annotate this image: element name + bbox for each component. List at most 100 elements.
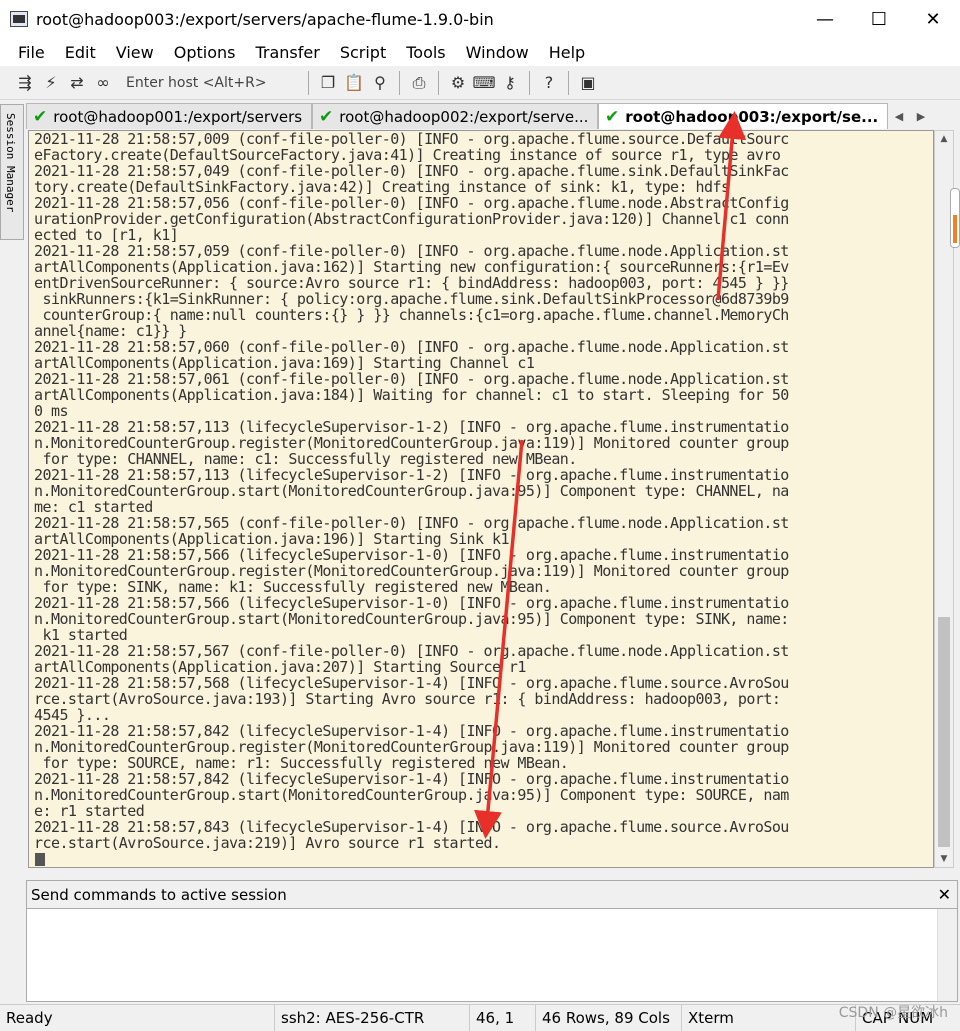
side-panel-handle[interactable] — [950, 188, 960, 248]
terminal-line: for type: SOURCE, name: r1: Successfully… — [34, 755, 569, 771]
link-icon[interactable]: ∞ — [90, 70, 116, 96]
toolbar-separator — [308, 70, 309, 95]
send-commands-input[interactable] — [27, 909, 937, 1001]
terminal-line: 2021-11-28 21:58:57,566 (lifecycleSuperv… — [34, 595, 789, 611]
tab-label: root@hadoop003:/export/se... — [625, 107, 879, 126]
terminal-line: artAllComponents(Application.java:207)] … — [34, 659, 526, 675]
find-icon[interactable]: ⚲ — [367, 70, 393, 96]
terminal-line: tory.create(DefaultSinkFactory.java:42)]… — [34, 179, 730, 195]
menu-bar: File Edit View Options Transfer Script T… — [0, 38, 960, 66]
tab-scroll-right-icon[interactable]: ▶ — [910, 102, 932, 130]
toolbar-separator — [568, 70, 569, 95]
terminal-line: 2021-11-28 21:58:57,113 (lifecycleSuperv… — [34, 467, 789, 483]
tab-hadoop002[interactable]: ✔ root@hadoop002:/export/serve... — [312, 103, 598, 129]
terminal-line: artAllComponents(Application.java:196)] … — [34, 531, 509, 547]
terminal-line: eFactory.create(DefaultSourceFactory.jav… — [34, 147, 781, 163]
terminal-line: n.MonitoredCounterGroup.start(MonitoredC… — [34, 611, 789, 627]
toolbar: ⇶ ⚡ ⇄ ∞ Enter host <Alt+R> ❐ 📋 ⚲ ⎙ ⚙ ⌨ ⚷… — [0, 66, 960, 100]
toolbar-separator — [399, 70, 400, 95]
menu-script[interactable]: Script — [330, 43, 396, 62]
tab-label: root@hadoop001:/export/servers — [53, 107, 303, 126]
scroll-up-icon[interactable]: ▲ — [935, 131, 953, 147]
help-icon[interactable]: ? — [536, 70, 562, 96]
send-panel-close-icon[interactable]: ✕ — [938, 885, 951, 904]
terminal-line: counterGroup:{ name:null counters:{} } }… — [34, 307, 789, 323]
reconnect-icon[interactable]: ⇄ — [64, 70, 90, 96]
maximize-button[interactable]: ☐ — [852, 0, 906, 38]
menu-window[interactable]: Window — [456, 43, 539, 62]
print-icon[interactable]: ⎙ — [406, 70, 432, 96]
terminal-line: n.MonitoredCounterGroup.register(Monitor… — [34, 739, 789, 755]
terminal-line: 2021-11-28 21:58:57,059 (conf-file-polle… — [34, 243, 789, 259]
lightning-icon[interactable]: ⚡ — [38, 70, 64, 96]
terminal-cursor — [35, 853, 45, 866]
terminal-line: n.MonitoredCounterGroup.register(Monitor… — [34, 563, 789, 579]
session-tabs: ✔ root@hadoop001:/export/servers ✔ root@… — [26, 102, 960, 130]
terminal-line: sinkRunners:{k1=SinkRunner: { policy:org… — [34, 291, 789, 307]
tab-hadoop003[interactable]: ✔ root@hadoop003:/export/se... ✕ — [598, 103, 888, 129]
watermark: CSDN @星欲冰h — [838, 1005, 948, 1021]
terminal-line: entDrivenSourceRunner: { source:Avro sou… — [34, 275, 789, 291]
toolbar-separator — [438, 70, 439, 95]
menu-view[interactable]: View — [106, 43, 164, 62]
terminal-line: 2021-11-28 21:58:57,049 (conf-file-polle… — [34, 163, 789, 179]
terminal-line: k1 started — [34, 627, 128, 643]
menu-options[interactable]: Options — [164, 43, 246, 62]
status-bar: Ready ssh2: AES-256-CTR 46, 1 46 Rows, 8… — [0, 1004, 960, 1031]
status-terminal-type: Xterm — [682, 1004, 856, 1031]
terminal-line: 2021-11-28 21:58:57,842 (lifecycleSuperv… — [34, 723, 789, 739]
sftp-icon[interactable]: ▣ — [575, 70, 601, 96]
status-ready: Ready — [0, 1004, 275, 1031]
session-manager-tab[interactable]: Session Manager — [0, 104, 24, 240]
title-bar: root@hadoop003:/export/servers/apache-fl… — [0, 0, 960, 38]
terminal-line: 2021-11-28 21:58:57,056 (conf-file-polle… — [34, 195, 789, 211]
terminal-line: 2021-11-28 21:58:57,842 (lifecycleSuperv… — [34, 771, 789, 787]
connect-icon[interactable]: ⇶ — [12, 70, 38, 96]
terminal-line: 2021-11-28 21:58:57,060 (conf-file-polle… — [34, 339, 789, 355]
terminal-line: 2021-11-28 21:58:57,843 (lifecycleSuperv… — [34, 819, 789, 835]
terminal-line: 2021-11-28 21:58:57,568 (lifecycleSuperv… — [34, 675, 789, 691]
minimize-button[interactable]: — — [798, 0, 852, 38]
terminal-line: urationProvider.getConfiguration(Abstrac… — [34, 211, 789, 227]
menu-file[interactable]: File — [8, 43, 55, 62]
settings-icon[interactable]: ⚙ — [445, 70, 471, 96]
status-cipher: ssh2: AES-256-CTR — [275, 1004, 470, 1031]
status-terminal-size: 46 Rows, 89 Cols — [536, 1004, 682, 1031]
status-cursor-position: 46, 1 — [470, 1004, 536, 1031]
key-icon[interactable]: ⚷ — [497, 70, 523, 96]
terminal-line: 2021-11-28 21:58:57,061 (conf-file-polle… — [34, 371, 789, 387]
send-panel-title: Send commands to active session — [31, 885, 287, 904]
terminal-line: me: c1 started — [34, 499, 153, 515]
copy-icon[interactable]: ❐ — [315, 70, 341, 96]
terminal-line: rce.start(AvroSource.java:219)] Avro sou… — [34, 835, 501, 851]
terminal-line: ected to [r1, k1] — [34, 227, 179, 243]
securecrt-app-icon — [10, 11, 28, 27]
send-panel-scrollbar[interactable] — [937, 909, 957, 1001]
window-title: root@hadoop003:/export/servers/apache-fl… — [36, 9, 494, 29]
close-button[interactable]: ✕ — [906, 0, 960, 38]
terminal-prompt-line — [29, 851, 933, 867]
paste-icon[interactable]: 📋 — [341, 70, 367, 96]
terminal-line: n.MonitoredCounterGroup.start(MonitoredC… — [34, 787, 789, 803]
connected-check-icon: ✔ — [605, 106, 620, 127]
tab-hadoop001[interactable]: ✔ root@hadoop001:/export/servers — [26, 103, 312, 129]
terminal-line: n.MonitoredCounterGroup.register(Monitor… — [34, 435, 789, 451]
scroll-down-icon[interactable]: ▼ — [935, 851, 953, 867]
tab-scroll-left-icon[interactable]: ◀ — [888, 102, 910, 130]
terminal-line: for type: SINK, name: k1: Successfully r… — [34, 579, 552, 595]
menu-edit[interactable]: Edit — [55, 43, 106, 62]
menu-transfer[interactable]: Transfer — [245, 43, 329, 62]
connected-check-icon: ✔ — [319, 106, 334, 127]
keymap-icon[interactable]: ⌨ — [471, 70, 497, 96]
terminal-line: artAllComponents(Application.java:184)] … — [34, 387, 789, 403]
terminal-line: n.MonitoredCounterGroup.start(MonitoredC… — [34, 483, 789, 499]
menu-help[interactable]: Help — [539, 43, 595, 62]
terminal-output[interactable]: 2021-11-28 21:58:57,009 (conf-file-polle… — [28, 130, 934, 868]
terminal-line: 2021-11-28 21:58:57,567 (conf-file-polle… — [34, 643, 789, 659]
menu-tools[interactable]: Tools — [396, 43, 455, 62]
scrollbar-thumb[interactable] — [938, 617, 950, 847]
terminal-line: for type: CHANNEL, name: c1: Successfull… — [34, 451, 577, 467]
host-input[interactable]: Enter host <Alt+R> — [122, 70, 302, 96]
send-commands-panel: Send commands to active session ✕ — [26, 880, 958, 1002]
terminal-line: annel{name: c1}} } — [34, 323, 187, 339]
